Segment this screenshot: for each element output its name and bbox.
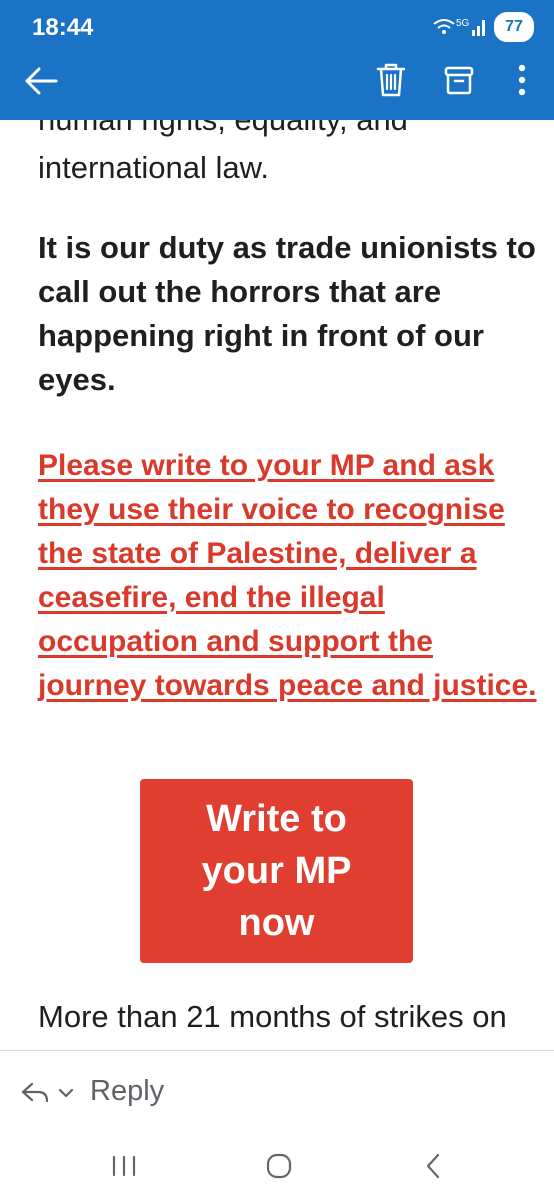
write-to-mp-link[interactable]: Please write to your MP and ask they use… [38,444,538,708]
battery-indicator: 77 [494,12,534,42]
write-to-mp-button-label: Write to your MP now [201,798,352,944]
back-button[interactable] [24,66,58,96]
app-bar: 18:44 5G 77 [0,0,554,120]
recent-apps-icon[interactable] [111,1155,137,1177]
bold-paragraph: It is our duty as trade unionists to cal… [38,230,536,397]
archive-button[interactable] [443,64,475,96]
clipped-text-line: human rights, equality, and [38,120,408,142]
home-icon[interactable] [266,1153,292,1179]
status-icons: 5G 77 [432,12,534,42]
reply-bar: Reply [0,1051,554,1131]
chevron-down-icon[interactable] [58,1087,74,1099]
email-body: human rights, equality, and internationa… [0,120,554,1050]
network-signal-icon: 5G [433,18,485,36]
body-paragraph: international law. [38,150,269,185]
system-back-icon[interactable] [424,1153,442,1179]
system-navigation-bar [0,1131,554,1200]
trash-icon [376,63,406,97]
archive-icon [444,66,474,95]
reply-icon[interactable] [20,1081,50,1105]
delete-button[interactable] [376,62,406,98]
arrow-left-icon [25,67,58,95]
network-label: 5G [456,18,470,29]
body-paragraph-continued: More than 21 months of strikes on [38,999,507,1034]
status-time: 18:44 [32,14,94,41]
more-options-button[interactable] [516,62,528,98]
reply-button[interactable]: Reply [90,1075,164,1108]
more-vertical-icon [518,64,526,96]
clipped-bottom-line: Gaza and its people have caused [38,1040,498,1050]
write-to-mp-button[interactable]: Write to your MP now [140,779,413,963]
